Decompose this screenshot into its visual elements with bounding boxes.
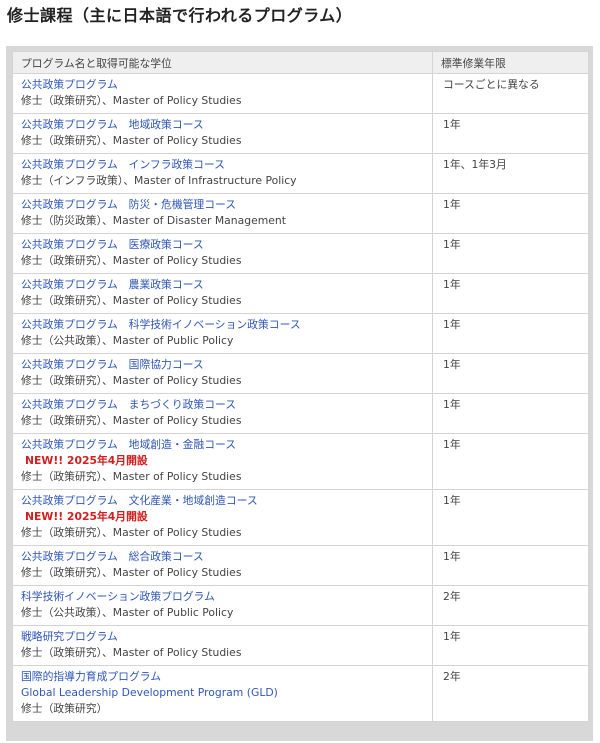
years-cell: 1年 [432, 545, 589, 586]
program-link[interactable]: 公共政策プログラム 国際協力コース [21, 357, 428, 373]
table-row: 公共政策プログラム 地域創造・金融コース NEW!! 2025年4月開設 修士（… [12, 433, 589, 490]
years-cell: 1年 [432, 489, 589, 546]
years-cell: 1年 [432, 433, 589, 490]
program-link[interactable]: 公共政策プログラム 医療政策コース [21, 237, 428, 253]
program-cell: 公共政策プログラム 地域創造・金融コース NEW!! 2025年4月開設 修士（… [12, 433, 433, 490]
program-link[interactable]: 公共政策プログラム 地域政策コース [21, 117, 428, 133]
table-row: 戦略研究プログラム 修士（政策研究）、Master of Policy Stud… [12, 625, 589, 666]
degree-text: 修士（政策研究）、Master of Policy Studies [21, 470, 242, 483]
years-cell: 2年 [432, 585, 589, 626]
program-table: プログラム名と取得可能な学位 標準修業年限 公共政策プログラム 修士（政策研究）… [12, 51, 589, 722]
degree-text: 修士（政策研究）、Master of Policy Studies [21, 294, 242, 307]
degree-text: 修士（政策研究）、Master of Policy Studies [21, 254, 242, 267]
program-link[interactable]: 国際的指導力育成プログラム [21, 669, 428, 685]
table-row: 公共政策プログラム 防災・危機管理コース 修士（防災政策）、Master of … [12, 193, 589, 234]
years-cell: 1年 [432, 113, 589, 154]
years-cell: コースごとに異なる [432, 73, 589, 114]
program-cell: 公共政策プログラム まちづくり政策コース 修士（政策研究）、Master of … [12, 393, 433, 434]
years-cell: 1年 [432, 233, 589, 274]
degree-text: 修士（政策研究）、Master of Policy Studies [21, 134, 242, 147]
program-link[interactable]: 公共政策プログラム [21, 77, 428, 93]
program-cell: 公共政策プログラム 地域政策コース 修士（政策研究）、Master of Pol… [12, 113, 433, 154]
degree-text: 修士（政策研究）、Master of Policy Studies [21, 374, 242, 387]
degree-text: 修士（公共政策）、Master of Public Policy [21, 606, 234, 619]
program-link-english[interactable]: Global Leadership Development Program (G… [21, 685, 428, 701]
program-link[interactable]: 公共政策プログラム 地域創造・金融コース [21, 437, 428, 453]
program-cell: 公共政策プログラム 防災・危機管理コース 修士（防災政策）、Master of … [12, 193, 433, 234]
table-row: 科学技術イノベーション政策プログラム 修士（公共政策）、Master of Pu… [12, 585, 589, 626]
degree-text: 修士（政策研究） [21, 702, 108, 715]
program-cell: 公共政策プログラム 科学技術イノベーション政策コース 修士（公共政策）、Mast… [12, 313, 433, 354]
program-cell: 公共政策プログラム 総合政策コース 修士（政策研究）、Master of Pol… [12, 545, 433, 586]
program-cell: 公共政策プログラム 農業政策コース 修士（政策研究）、Master of Pol… [12, 273, 433, 314]
program-link[interactable]: 公共政策プログラム 防災・危機管理コース [21, 197, 428, 213]
table-row: 公共政策プログラム 国際協力コース 修士（政策研究）、Master of Pol… [12, 353, 589, 394]
degree-text: 修士（政策研究）、Master of Policy Studies [21, 566, 242, 579]
table-row: 公共政策プログラム インフラ政策コース 修士（インフラ政策）、Master of… [12, 153, 589, 194]
program-cell: 公共政策プログラム 医療政策コース 修士（政策研究）、Master of Pol… [12, 233, 433, 274]
table-row: 公共政策プログラム 総合政策コース 修士（政策研究）、Master of Pol… [12, 545, 589, 586]
header-program-degree: プログラム名と取得可能な学位 [12, 51, 433, 74]
table-row: 公共政策プログラム 修士（政策研究）、Master of Policy Stud… [12, 73, 589, 114]
new-course-badge: NEW!! 2025年4月開設 [25, 454, 148, 467]
program-cell: 公共政策プログラム インフラ政策コース 修士（インフラ政策）、Master of… [12, 153, 433, 194]
years-cell: 1年 [432, 273, 589, 314]
program-cell: 科学技術イノベーション政策プログラム 修士（公共政策）、Master of Pu… [12, 585, 433, 626]
table-row: 公共政策プログラム 医療政策コース 修士（政策研究）、Master of Pol… [12, 233, 589, 274]
table-header-row: プログラム名と取得可能な学位 標準修業年限 [12, 51, 589, 74]
program-cell: 戦略研究プログラム 修士（政策研究）、Master of Policy Stud… [12, 625, 433, 666]
table-row: 公共政策プログラム まちづくり政策コース 修士（政策研究）、Master of … [12, 393, 589, 434]
program-table-frame: プログラム名と取得可能な学位 標準修業年限 公共政策プログラム 修士（政策研究）… [6, 46, 593, 741]
program-link[interactable]: 公共政策プログラム 総合政策コース [21, 549, 428, 565]
program-link[interactable]: 公共政策プログラム まちづくり政策コース [21, 397, 428, 413]
new-course-badge: NEW!! 2025年4月開設 [25, 510, 148, 523]
years-cell: 1年 [432, 353, 589, 394]
degree-text: 修士（防災政策）、Master of Disaster Management [21, 214, 286, 227]
degree-text: 修士（政策研究）、Master of Policy Studies [21, 414, 242, 427]
table-row: 公共政策プログラム 農業政策コース 修士（政策研究）、Master of Pol… [12, 273, 589, 314]
years-cell: 1年 [432, 313, 589, 354]
table-row: 公共政策プログラム 地域政策コース 修士（政策研究）、Master of Pol… [12, 113, 589, 154]
years-cell: 1年 [432, 625, 589, 666]
program-link[interactable]: 公共政策プログラム インフラ政策コース [21, 157, 428, 173]
table-row: 国際的指導力育成プログラム Global Leadership Developm… [12, 665, 589, 722]
program-link[interactable]: 戦略研究プログラム [21, 629, 428, 645]
years-cell: 2年 [432, 665, 589, 722]
degree-text: 修士（政策研究）、Master of Policy Studies [21, 94, 242, 107]
program-link[interactable]: 公共政策プログラム 農業政策コース [21, 277, 428, 293]
program-cell: 公共政策プログラム 文化産業・地域創造コース NEW!! 2025年4月開設 修… [12, 489, 433, 546]
degree-text: 修士（政策研究）、Master of Policy Studies [21, 526, 242, 539]
program-cell: 公共政策プログラム 修士（政策研究）、Master of Policy Stud… [12, 73, 433, 114]
degree-text: 修士（公共政策）、Master of Public Policy [21, 334, 234, 347]
program-link[interactable]: 公共政策プログラム 文化産業・地域創造コース [21, 493, 428, 509]
years-cell: 1年 [432, 193, 589, 234]
program-link[interactable]: 科学技術イノベーション政策プログラム [21, 589, 428, 605]
table-row: 公共政策プログラム 科学技術イノベーション政策コース 修士（公共政策）、Mast… [12, 313, 589, 354]
page-title: 修士課程（主に日本語で行われるプログラム） [7, 6, 353, 25]
years-cell: 1年 [432, 393, 589, 434]
program-cell: 国際的指導力育成プログラム Global Leadership Developm… [12, 665, 433, 722]
table-row: 公共政策プログラム 文化産業・地域創造コース NEW!! 2025年4月開設 修… [12, 489, 589, 546]
years-cell: 1年、1年3月 [432, 153, 589, 194]
degree-text: 修士（インフラ政策）、Master of Infrastructure Poli… [21, 174, 297, 187]
program-link[interactable]: 公共政策プログラム 科学技術イノベーション政策コース [21, 317, 428, 333]
program-cell: 公共政策プログラム 国際協力コース 修士（政策研究）、Master of Pol… [12, 353, 433, 394]
header-standard-years: 標準修業年限 [432, 51, 589, 74]
degree-text: 修士（政策研究）、Master of Policy Studies [21, 646, 242, 659]
